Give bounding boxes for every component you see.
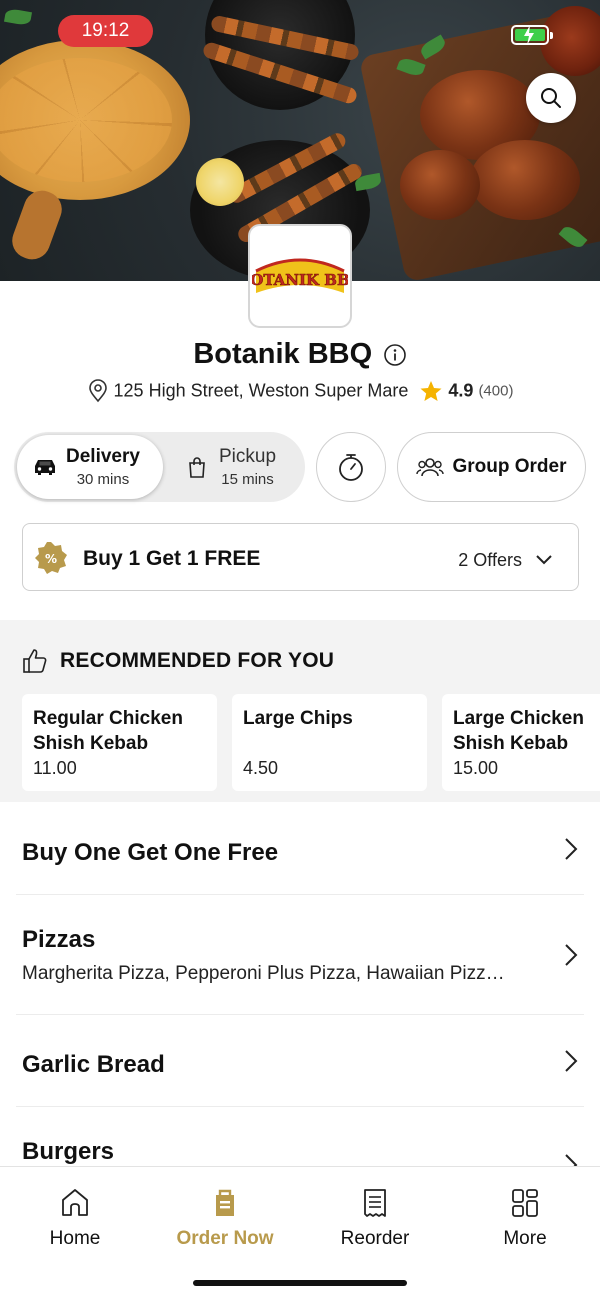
menu-category-title: Garlic Bread (22, 1051, 165, 1078)
restaurant-address: 125 High Street, Weston Super Mare (113, 380, 409, 401)
offer-count: 2 Offers (458, 550, 522, 570)
offer-title: Buy 1 Get 1 FREE (83, 547, 261, 570)
delivery-option[interactable]: Delivery 30 mins (17, 435, 163, 499)
search-button[interactable] (526, 73, 576, 123)
tab-label: Order Now (176, 1228, 274, 1249)
recommended-item[interactable]: Large Chicken Shish Kebab 15.00 (442, 694, 600, 791)
tab-home[interactable]: Home (0, 1187, 150, 1250)
tab-label: Reorder (340, 1228, 410, 1249)
delivery-time: 30 mins (76, 471, 130, 488)
bottom-tab-bar: Home Order Now Reorder More (0, 1166, 600, 1298)
restaurant-logo: BOTANIK BBQ (248, 224, 352, 328)
chevron-down-icon (536, 555, 552, 565)
menu-category-title: Buy One Get One Free (22, 839, 279, 866)
grid-icon (512, 1189, 538, 1217)
battery-charging-icon (511, 25, 553, 45)
chevron-right-icon (565, 838, 578, 860)
menu-category-description: Margherita Pizza, Pepperoni Plus Pizza, … (22, 963, 505, 984)
discount-badge-icon: % (35, 542, 67, 574)
recommended-item-price: 11.00 (33, 758, 77, 778)
restaurant-name: Botanik BBQ (193, 338, 373, 370)
recommended-item-name: Large Chips (243, 708, 353, 729)
chevron-right-icon (565, 944, 578, 966)
shopping-bag-icon (189, 457, 205, 478)
stopwatch-icon (339, 454, 363, 481)
tab-more[interactable]: More (450, 1187, 600, 1250)
rating-count: (400) (478, 382, 514, 400)
botanik-bbq-logo: BOTANIK BBQ (252, 258, 348, 293)
home-icon (62, 1189, 88, 1216)
receipt-icon (364, 1189, 386, 1217)
tab-label: More (503, 1228, 547, 1249)
recommended-heading-label: RECOMMENDED FOR YOU (60, 649, 335, 672)
recommended-item[interactable]: Large Chips 4.50 (232, 694, 427, 791)
recommended-heading: RECOMMENDED FOR YOU (22, 648, 334, 674)
group-order-button[interactable]: Group Order (397, 432, 586, 502)
restaurant-header: Botanik BBQ (0, 338, 600, 371)
tab-reorder[interactable]: Reorder (300, 1187, 450, 1250)
rating-value: 4.9 (448, 380, 474, 401)
menu-category-title: Pizzas (22, 926, 96, 953)
recommended-item-name: Large Chicken Shish Kebab (453, 708, 584, 754)
recommended-item-name: Regular Chicken Shish Kebab (33, 708, 183, 754)
svg-text:%: % (45, 552, 57, 566)
menu-category-buy-one-get-one-free[interactable]: Buy One Get One Free (16, 803, 584, 895)
location-pin-icon (88, 379, 107, 403)
recommended-item-price: 15.00 (453, 758, 499, 778)
car-icon (35, 460, 55, 475)
pickup-label: Pickup (219, 446, 277, 467)
menu-category-garlic-bread[interactable]: Garlic Bread (16, 1015, 584, 1107)
star-icon (420, 381, 442, 401)
recommended-section: RECOMMENDED FOR YOU Regular Chicken Shis… (0, 620, 600, 802)
menu-category-pizzas[interactable]: Pizzas Margherita Pizza, Pepperoni Plus … (16, 895, 584, 1015)
delivery-label: Delivery (66, 446, 140, 467)
order-type-toggle: Delivery 30 mins Pickup 15 mins (14, 432, 305, 502)
pickup-option[interactable]: Pickup 15 mins (174, 435, 302, 499)
recommended-item[interactable]: Regular Chicken Shish Kebab 11.00 (22, 694, 217, 791)
tab-order-now[interactable]: Order Now (150, 1187, 300, 1250)
search-icon (541, 88, 561, 108)
status-time: 19:12 (58, 15, 153, 47)
chevron-right-icon (565, 1050, 578, 1072)
pickup-time: 15 mins (221, 471, 274, 488)
address-rating-row: 125 High Street, Weston Super Mare 4.9 (… (0, 379, 600, 403)
recommended-item-price: 4.50 (243, 758, 279, 778)
group-users-icon (416, 458, 445, 477)
svg-text:BOTANIK BBQ: BOTANIK BBQ (252, 271, 348, 289)
schedule-button[interactable] (316, 432, 386, 502)
info-icon[interactable] (383, 343, 407, 367)
menu-category-title: Burgers (22, 1138, 115, 1165)
order-bag-icon (216, 1189, 234, 1216)
offers-card[interactable]: % Buy 1 Get 1 FREE 2 Offers (22, 523, 579, 591)
home-indicator (193, 1280, 407, 1286)
thumbs-up-icon (23, 649, 47, 673)
group-order-label: Group Order (452, 456, 567, 477)
tab-label: Home (49, 1228, 101, 1249)
